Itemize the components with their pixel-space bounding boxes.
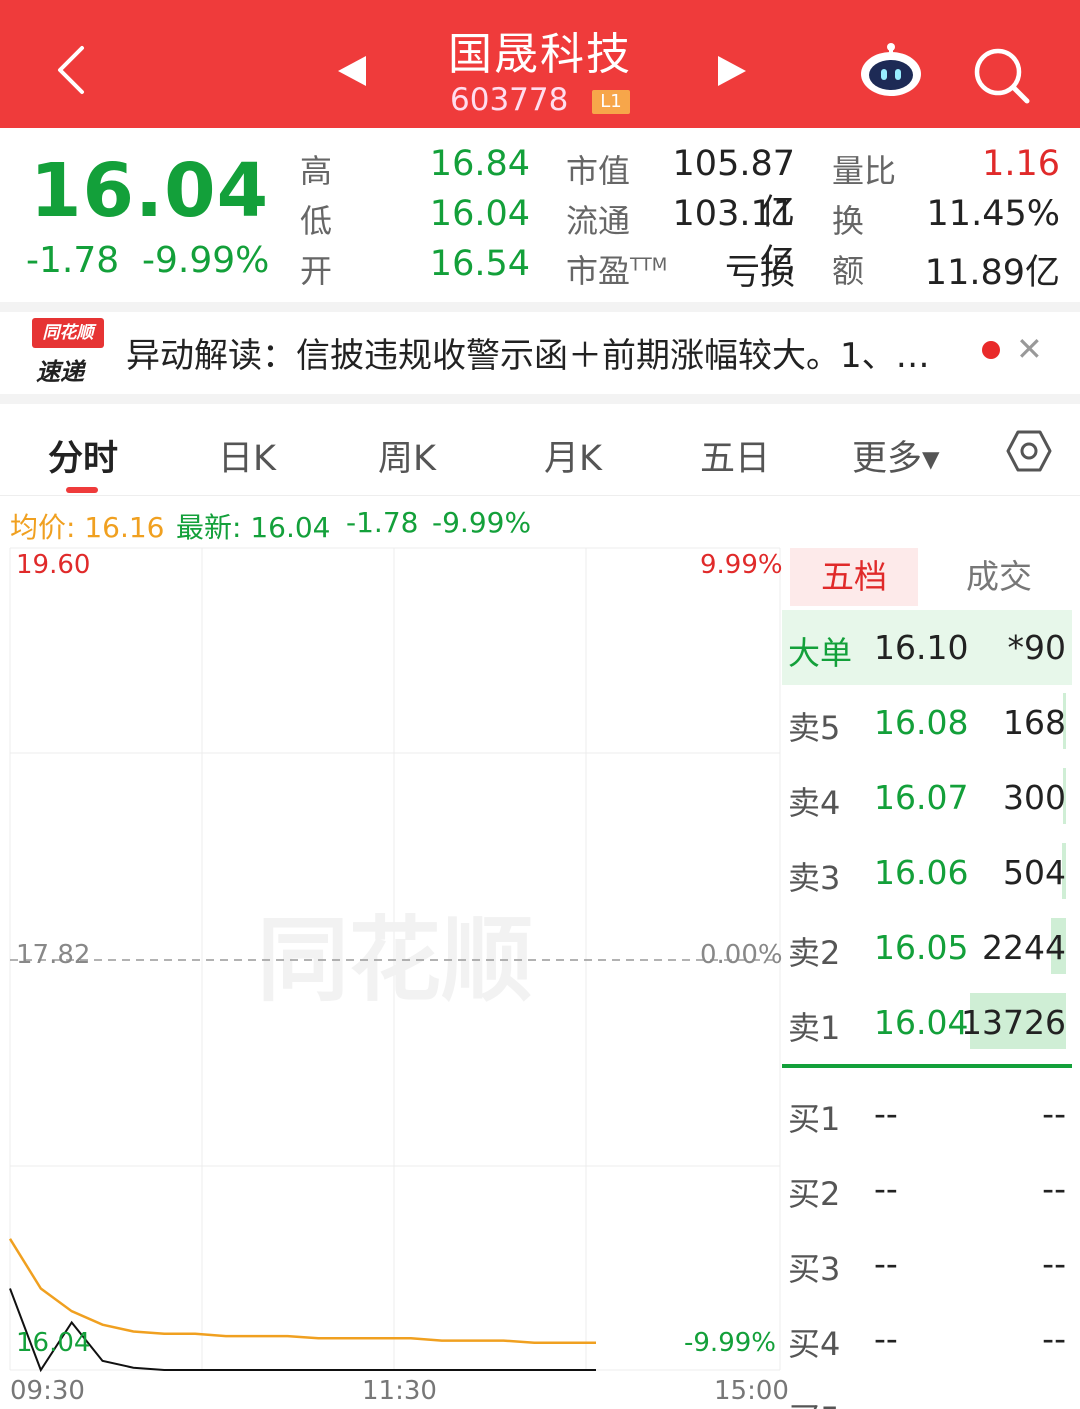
mktcap-label: 市值 xyxy=(566,152,631,190)
level-volume: -- xyxy=(1042,1244,1066,1283)
tab-monthly-k[interactable]: 月K xyxy=(544,430,602,481)
stock-header: 国晟科技 603778 L1 xyxy=(0,0,1080,128)
y-left-top-tick: 19.60 xyxy=(16,550,91,580)
level-label: 买4 xyxy=(788,1325,841,1363)
buy-level-row: 买4 -- -- xyxy=(782,1301,1072,1376)
x-tick-midday: 11:30 xyxy=(362,1376,437,1406)
pe-value: 亏损 xyxy=(724,253,795,293)
latest-change-pct: -9.99% xyxy=(432,506,532,539)
level-volume: -- xyxy=(1042,1169,1066,1208)
amount-label: 额 xyxy=(832,252,865,290)
level-label: 买1 xyxy=(788,1100,841,1138)
sell-level-row: 卖2 16.05 2244 xyxy=(782,910,1072,985)
tab-daily-k[interactable]: 日K xyxy=(218,430,276,481)
buy-level-row: 买5 xyxy=(782,1376,1072,1409)
level-volume: 2244 xyxy=(982,928,1066,967)
big-order-row: 大单 16.10 *90 xyxy=(782,610,1072,685)
y-right-top-tick: 9.99% xyxy=(700,550,783,580)
latest-change: -1.78 xyxy=(346,506,419,539)
tab-trades[interactable]: 成交 xyxy=(932,548,1066,606)
level-volume: 504 xyxy=(1003,853,1066,892)
open-label: 开 xyxy=(300,252,333,290)
level-price: 16.04 xyxy=(874,1003,969,1042)
robot-assistant-icon[interactable] xyxy=(858,40,924,100)
high-label: 高 xyxy=(300,152,333,190)
tabs-divider xyxy=(0,495,1080,496)
search-icon[interactable] xyxy=(970,44,1032,106)
section-divider xyxy=(0,394,1080,404)
level-price: 16.06 xyxy=(874,853,969,892)
x-tick-close: 15:00 xyxy=(714,1376,789,1406)
level-label: 买5 xyxy=(788,1394,840,1409)
low-label: 低 xyxy=(300,202,333,240)
amount-value: 11.89亿 xyxy=(924,253,1060,293)
turnover-label: 换 xyxy=(832,202,865,240)
level-label: 卖5 xyxy=(788,709,841,747)
tab-five-levels[interactable]: 五档 xyxy=(790,548,918,606)
buy-level-row: 买1 -- -- xyxy=(782,1076,1072,1151)
spread-divider xyxy=(782,1064,1072,1068)
level-price: 16.05 xyxy=(874,928,969,967)
level-label: 买2 xyxy=(788,1175,841,1213)
float-label: 流通 xyxy=(566,202,631,240)
next-stock-icon[interactable] xyxy=(718,56,746,86)
tab-weekly-k[interactable]: 周K xyxy=(378,430,436,481)
y-left-bottom-tick: 16.04 xyxy=(16,1328,91,1358)
low-value: 16.04 xyxy=(429,194,530,234)
y-right-mid-tick: 0.00% xyxy=(700,940,783,970)
section-divider xyxy=(0,302,1080,312)
level-volume: 13726 xyxy=(961,1003,1066,1042)
level-price: 16.08 xyxy=(874,703,969,742)
level-price: -- xyxy=(874,1169,898,1208)
level-price: -- xyxy=(874,1094,898,1133)
prev-stock-icon[interactable] xyxy=(338,56,366,86)
level-volume: -- xyxy=(1042,1094,1066,1133)
sell-level-row: 卖1 16.04 13726 xyxy=(782,985,1072,1060)
level-badge: L1 xyxy=(592,90,630,114)
tab-intraday[interactable]: 分时 xyxy=(48,430,118,481)
high-value: 16.84 xyxy=(429,144,530,184)
level-price: -- xyxy=(874,1319,898,1358)
open-value: 16.54 xyxy=(429,244,530,284)
current-price: 16.04 xyxy=(30,148,270,234)
turnover-value: 11.45% xyxy=(926,194,1060,234)
buy-level-row: 买2 -- -- xyxy=(782,1151,1072,1226)
buy-level-row: 买3 -- -- xyxy=(782,1226,1072,1301)
sell-level-row: 卖3 16.06 504 xyxy=(782,835,1072,910)
price-change-pct: -9.99% xyxy=(142,240,270,281)
avg-price-line xyxy=(8,1238,596,1345)
x-tick-open: 09:30 xyxy=(10,1376,85,1406)
news-headline[interactable]: 异动解读：信披违规收警示函＋前期涨幅较大。1、… xyxy=(126,328,966,377)
tab-five-day[interactable]: 五日 xyxy=(700,430,770,481)
sell-level-row: 卖5 16.08 168 xyxy=(782,685,1072,760)
level-price: 16.07 xyxy=(874,778,969,817)
level-label: 卖2 xyxy=(788,934,841,972)
level-volume: 300 xyxy=(1003,778,1066,817)
y-left-mid-tick: 17.82 xyxy=(16,940,91,970)
active-tab-indicator xyxy=(66,487,98,493)
unread-dot-icon xyxy=(982,341,1000,359)
sell-level-row: 卖4 16.07 300 xyxy=(782,760,1072,835)
level-label: 卖4 xyxy=(788,784,841,822)
vol-ratio-value: 1.16 xyxy=(982,144,1060,184)
tab-more[interactable]: 更多▾ xyxy=(852,430,940,481)
level-label: 卖3 xyxy=(788,859,841,897)
price-change: -1.78 xyxy=(26,240,120,281)
ths-express-logo: 同花顺 速递 xyxy=(28,318,106,386)
close-icon[interactable]: ✕ xyxy=(1016,330,1043,368)
back-icon[interactable] xyxy=(48,40,96,100)
level-price: -- xyxy=(874,1244,898,1283)
level-volume: 168 xyxy=(1003,703,1066,742)
settings-icon[interactable] xyxy=(1006,428,1052,474)
level-volume: -- xyxy=(1042,1319,1066,1358)
stock-name: 国晟科技 xyxy=(448,29,632,80)
price-line xyxy=(9,1288,596,1373)
vol-ratio-label: 量比 xyxy=(832,152,897,190)
level-label: 买3 xyxy=(788,1250,841,1288)
stock-code: 603778 xyxy=(450,82,569,118)
y-right-bottom-tick: -9.99% xyxy=(684,1328,776,1358)
order-book: 五档 成交 大单 16.10 *90 卖5 16.08 168 卖4 16.07 300 卖… xyxy=(782,548,1080,1409)
intraday-chart[interactable]: 同花顺 xyxy=(0,540,782,1409)
level-label: 卖1 xyxy=(788,1009,841,1047)
